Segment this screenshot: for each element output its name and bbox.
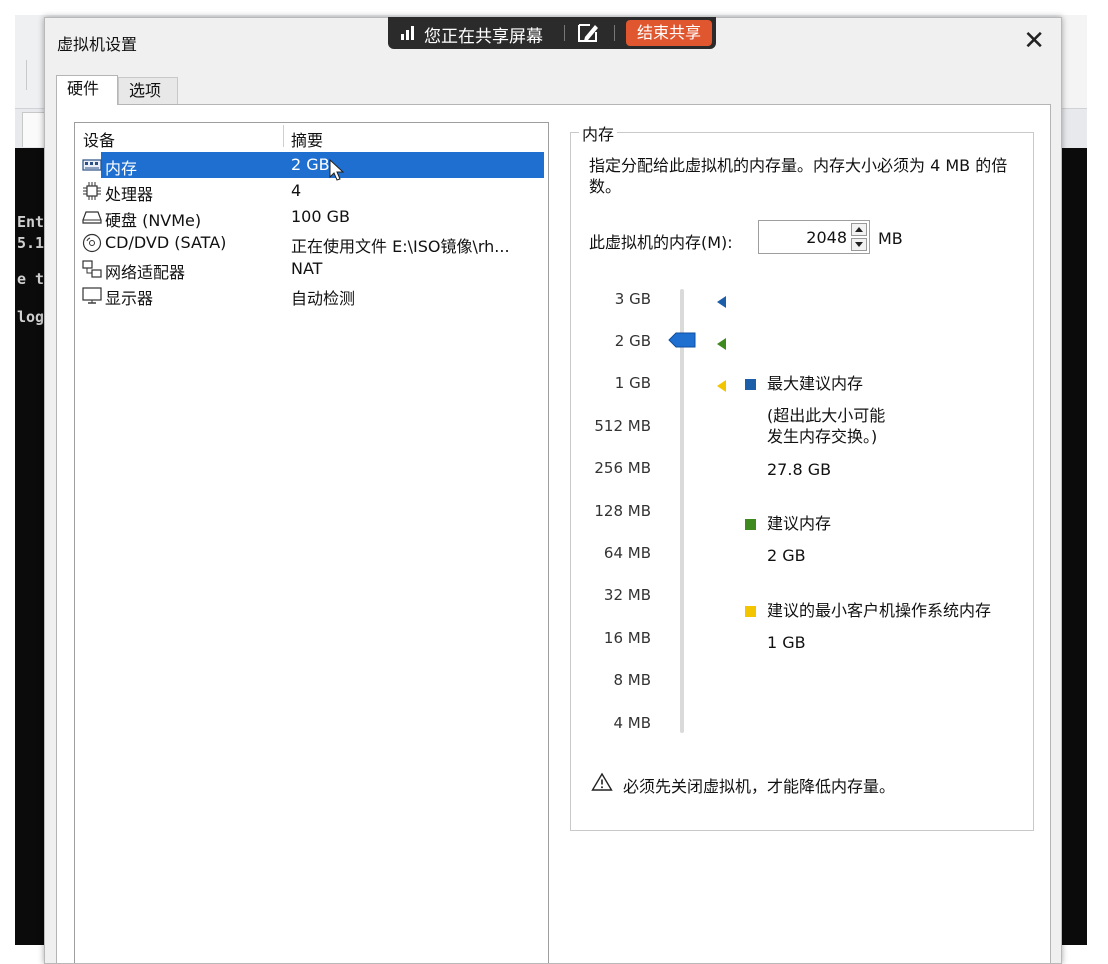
device-summary: 2 GB	[291, 155, 330, 174]
spinner-buttons	[851, 223, 867, 251]
scale-label: 4 MB	[613, 714, 651, 732]
memory-group: 内存 指定分配给此虚拟机的内存量。内存大小必须为 4 MB 的倍数。 此虚拟机的…	[570, 121, 1034, 831]
device-list-header: 设备 摘要	[75, 123, 548, 151]
device-row-network-adapter[interactable]: 网络适配器 NAT	[75, 256, 548, 282]
device-row-processor[interactable]: 处理器 4	[75, 178, 548, 204]
column-divider[interactable]	[283, 125, 284, 147]
scale-label: 32 MB	[603, 586, 651, 604]
memory-slider-thumb[interactable]	[667, 330, 697, 350]
device-name: 处理器	[105, 185, 154, 204]
max-recommended-value: 27.8 GB	[767, 460, 832, 479]
memory-slider-track[interactable]	[680, 289, 684, 733]
cd-dvd-icon	[82, 233, 102, 253]
scale-label: 512 MB	[594, 417, 651, 435]
toolbar-separator	[26, 60, 27, 90]
tab-options[interactable]: 选项	[118, 77, 178, 105]
device-name: CD/DVD (SATA)	[105, 233, 227, 252]
device-summary: 正在使用文件 E:\ISO镜像\rh...	[291, 237, 510, 256]
minimum-value: 1 GB	[767, 633, 806, 652]
scale-label: 16 MB	[603, 629, 651, 647]
hard-disk-icon	[82, 211, 102, 224]
scale-label: 64 MB	[603, 544, 651, 562]
memory-spinbox[interactable]: 2048	[758, 220, 870, 254]
recommended-swatch	[745, 519, 756, 530]
device-name: 内存	[105, 159, 138, 178]
dialog-title: 虚拟机设置	[57, 35, 138, 54]
device-list[interactable]: 设备 摘要 内存 2 GB 处理器 4 硬盘 (NVMe) 100 GB CD/…	[74, 122, 549, 963]
scale-label: 1 GB	[614, 374, 651, 392]
decrement-button[interactable]	[851, 238, 867, 251]
processor-icon	[83, 182, 101, 200]
memory-description: 指定分配给此虚拟机的内存量。内存大小必须为 4 MB 的倍数。	[589, 156, 1008, 196]
scale-label: 3 GB	[614, 290, 651, 308]
vm-settings-dialog: 虚拟机设置 ✕ 硬件 选项 设备 摘要 内存 2 GB 处理器 4 硬盘 (NV…	[44, 17, 1062, 964]
close-icon[interactable]: ✕	[1023, 26, 1045, 56]
background-tab[interactable]	[22, 112, 46, 147]
scale-label: 8 MB	[613, 671, 651, 689]
column-header-device[interactable]: 设备	[83, 127, 115, 151]
memory-value[interactable]: 2048	[806, 228, 847, 247]
max-recommended-note: (超出此大小可能	[767, 406, 886, 425]
recommended-title: 建议内存	[767, 514, 832, 533]
network-adapter-icon	[82, 260, 102, 278]
device-summary: NAT	[291, 259, 323, 278]
max-recommended-swatch	[745, 379, 756, 390]
device-row-hard-disk[interactable]: 硬盘 (NVMe) 100 GB	[75, 204, 548, 230]
share-separator	[614, 25, 615, 41]
recommended-value: 2 GB	[767, 546, 806, 565]
hardware-tab-panel: 设备 摘要 内存 2 GB 处理器 4 硬盘 (NVMe) 100 GB CD/…	[56, 104, 1051, 963]
minimum-swatch	[745, 606, 756, 617]
device-row-memory[interactable]: 内存 2 GB	[75, 152, 548, 178]
device-summary: 4	[291, 181, 302, 200]
screen-share-bar: 您正在共享屏幕 结束共享	[388, 17, 716, 49]
warning-text: 必须先关闭虚拟机，才能降低内存量。	[623, 777, 896, 796]
max-recommended-title: 最大建议内存	[767, 374, 864, 393]
column-header-summary[interactable]: 摘要	[291, 127, 323, 151]
share-separator	[564, 25, 565, 41]
device-row-display[interactable]: 显示器 自动检测	[75, 282, 548, 308]
memory-icon	[82, 159, 102, 171]
memory-field-label: 此虚拟机的内存(M):	[589, 233, 733, 252]
share-status: 您正在共享屏幕	[424, 27, 543, 47]
signal-icon	[401, 26, 414, 40]
max-recommended-note: 发生内存交换。)	[767, 427, 878, 446]
memory-unit: MB	[878, 229, 903, 248]
device-name: 硬盘 (NVMe)	[105, 211, 202, 230]
tab-hardware[interactable]: 硬件	[56, 75, 118, 105]
device-name: 显示器	[105, 289, 154, 308]
stop-sharing-button[interactable]: 结束共享	[626, 20, 712, 46]
scale-label: 128 MB	[594, 502, 651, 520]
scale-label: 256 MB	[594, 459, 651, 477]
console-text: Ent	[17, 213, 45, 231]
device-name: 网络适配器	[105, 263, 186, 282]
scale-label: 2 GB	[614, 332, 651, 350]
warning-icon	[591, 772, 613, 791]
increment-button[interactable]	[851, 223, 867, 236]
mouse-cursor-icon	[329, 159, 345, 181]
memory-group-title: 内存	[579, 121, 618, 145]
max-recommended-marker	[717, 296, 726, 308]
minimum-marker	[717, 380, 726, 392]
device-row-cd-dvd[interactable]: CD/DVD (SATA) 正在使用文件 E:\ISO镜像\rh...	[75, 230, 548, 256]
device-summary: 自动检测	[291, 289, 356, 308]
minimum-title: 建议的最小客户机操作系统内存	[767, 601, 992, 620]
display-icon	[82, 287, 102, 304]
annotate-icon[interactable]	[576, 22, 600, 44]
recommended-marker	[717, 338, 726, 350]
device-summary: 100 GB	[291, 207, 350, 226]
